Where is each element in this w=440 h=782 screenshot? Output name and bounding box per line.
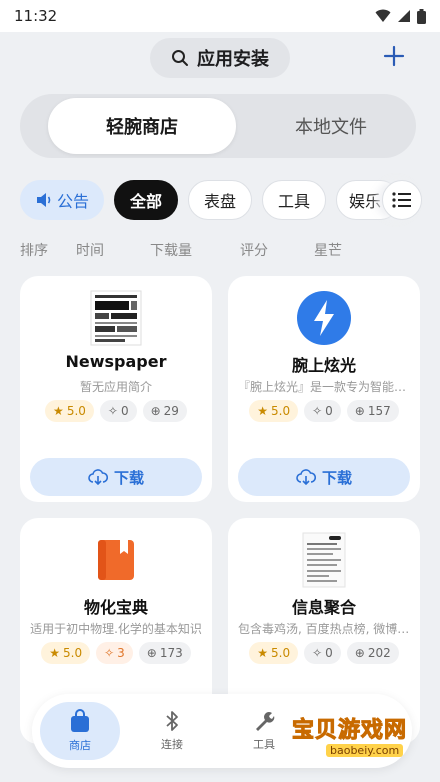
search-button[interactable]: 应用安装	[150, 38, 290, 78]
star-icon: ★	[257, 404, 268, 418]
app-name: 信息聚合	[291, 598, 356, 617]
battery-icon	[417, 8, 426, 24]
app-stats: ★ 5.0 ✧ 0 ⊕ 202	[228, 642, 420, 664]
app-name: Newspaper	[65, 352, 167, 371]
cloud-download-icon	[88, 469, 108, 485]
sparkle-icon: ✧	[104, 646, 115, 660]
physics-chem-app-icon	[86, 530, 146, 590]
app-name: 物化宝典	[83, 598, 148, 617]
wrench-icon	[256, 712, 275, 731]
signal-icon	[398, 10, 410, 22]
sort-time[interactable]: 时间	[76, 240, 104, 260]
download-circle-icon: ⊕	[146, 646, 157, 660]
lightning-icon	[297, 291, 351, 345]
search-label: 应用安装	[197, 49, 269, 70]
sparkle-icon: ✧	[107, 404, 118, 418]
star-icon: ★	[257, 646, 268, 660]
category-filters: 公告 全部 表盘 工具 娱乐	[0, 180, 440, 222]
download-label: 下载	[321, 468, 352, 487]
speaker-icon	[36, 193, 51, 207]
tab-store-label: 商店	[69, 739, 91, 752]
sort-stars[interactable]: 星芒	[314, 240, 342, 260]
status-time: 11:32	[14, 7, 58, 25]
bluetooth-icon	[166, 711, 178, 731]
wifi-icon	[375, 9, 391, 22]
like-badge[interactable]: ✧ 0	[99, 400, 137, 422]
app-description: 『腕上炫光』是一款专为智能手表设计的应用	[238, 380, 410, 394]
shopping-bag-icon	[71, 709, 89, 732]
app-stats: ★ 5.0 ✧ 0 ⊕ 29	[20, 400, 212, 422]
chip-all[interactable]: 全部	[114, 180, 178, 220]
status-bar: 11:32	[0, 0, 440, 32]
more-categories-button[interactable]	[382, 180, 422, 220]
newspaper-icon	[90, 290, 142, 346]
chip-tools[interactable]: 工具	[262, 180, 326, 220]
download-button[interactable]: 下载	[238, 458, 410, 496]
tab-tools-label: 工具	[253, 738, 275, 751]
tab-connect-label: 连接	[161, 738, 183, 751]
download-count-badge: ⊕ 29	[142, 400, 187, 422]
document-icon	[302, 532, 346, 588]
tab-store[interactable]: 轻腕商店	[48, 98, 236, 154]
add-icon[interactable]	[382, 44, 406, 68]
list-icon	[392, 192, 411, 208]
app-stats: ★ 5.0 ✧ 3 ⊕ 173	[20, 642, 212, 664]
rating-badge: ★ 5.0	[249, 400, 299, 422]
app-description: 暂无应用简介	[79, 380, 152, 394]
star-icon: ★	[53, 404, 64, 418]
app-stats: ★ 5.0 ✧ 0 ⊕ 157	[228, 400, 420, 422]
notice-chip[interactable]: 公告	[20, 180, 104, 220]
sort-label: 排序	[20, 243, 48, 259]
system-icons	[375, 8, 426, 24]
wrist-glow-app-icon	[294, 288, 354, 348]
tab-local-files[interactable]: 本地文件	[236, 98, 426, 154]
app-description: 适用于初中物理.化学的基本知识	[30, 622, 202, 636]
download-circle-icon: ⊕	[354, 404, 365, 418]
watermark-url: baobeiy.com	[326, 744, 404, 757]
star-icon: ★	[49, 646, 60, 660]
sort-bar: 排序 时间 下载量 评分 星芒	[20, 240, 420, 260]
search-icon	[172, 50, 188, 66]
like-badge[interactable]: ✧ 0	[304, 642, 341, 664]
sparkle-icon: ✧	[312, 646, 323, 660]
rating-badge: ★ 5.0	[45, 400, 94, 422]
download-count-badge: ⊕ 173	[138, 642, 191, 664]
cloud-download-icon	[296, 469, 316, 485]
like-badge[interactable]: ✧ 0	[304, 400, 341, 422]
book-icon	[98, 540, 134, 580]
tab-connect-nav[interactable]: 连接	[132, 702, 212, 760]
tab-store-nav[interactable]: 商店	[40, 702, 120, 760]
like-badge[interactable]: ✧ 3	[96, 642, 133, 664]
download-count-badge: ⊕ 202	[346, 642, 399, 664]
app-card[interactable]: 腕上炫光 『腕上炫光』是一款专为智能手表设计的应用 ★5.0 ✧0 ⊕157 下…	[228, 276, 420, 502]
download-button[interactable]: 下载	[30, 458, 202, 496]
download-count-badge: ⊕ 157	[346, 400, 399, 422]
watermark: 宝贝游戏网 baobeiy.com	[290, 696, 430, 764]
app-description: 包含毒鸡汤, 百度热点榜, 微博热搜	[238, 622, 410, 636]
source-segmented-control: 轻腕商店 本地文件	[20, 94, 416, 158]
download-circle-icon: ⊕	[354, 646, 365, 660]
download-circle-icon: ⊕	[150, 404, 161, 418]
newspaper-app-icon	[86, 288, 146, 348]
download-label: 下载	[113, 468, 144, 487]
info-aggregator-app-icon	[294, 530, 354, 590]
sort-rating[interactable]: 评分	[240, 240, 268, 260]
top-bar: 应用安装	[0, 34, 440, 82]
notice-label: 公告	[56, 192, 89, 211]
chip-watchface[interactable]: 表盘	[188, 180, 252, 220]
app-card[interactable]: Newspaper 暂无应用简介 ★ 5.0 ✧ 0 ⊕ 29 下载	[20, 276, 212, 502]
app-name: 腕上炫光	[291, 356, 356, 375]
sparkle-icon: ✧	[312, 404, 323, 418]
rating-badge: ★ 5.0	[249, 642, 299, 664]
watermark-brand: 宝贝游戏网	[291, 718, 408, 744]
sort-downloads[interactable]: 下载量	[150, 240, 192, 260]
rating-badge: ★ 5.0	[41, 642, 91, 664]
